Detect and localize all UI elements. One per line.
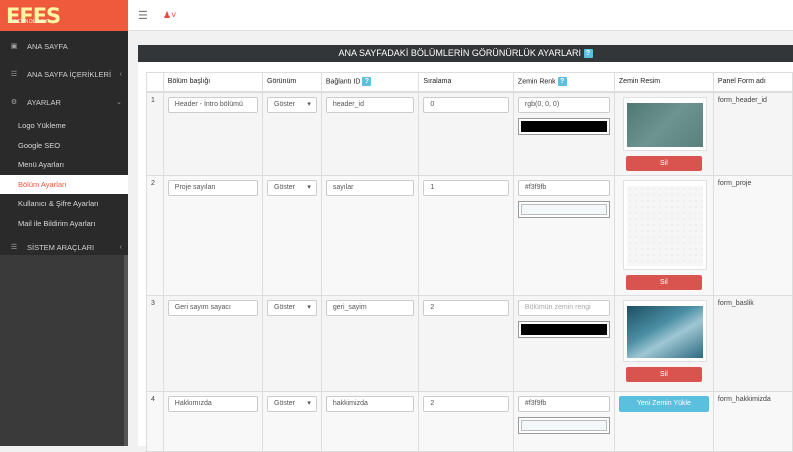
- upload-background-button[interactable]: Yeni Zemin Yükle: [618, 395, 709, 412]
- sidebar-item-label: SİSTEM ARAÇLARI: [27, 242, 95, 252]
- sidebar-subitem-logo[interactable]: Logo Yükleme: [0, 116, 128, 136]
- bg-image: [626, 185, 703, 266]
- bg-image-thumbnail: [622, 179, 707, 270]
- col-visibility: Görünüm: [262, 72, 322, 93]
- hamburger-icon[interactable]: ☰: [138, 9, 148, 22]
- delete-button[interactable]: Sil: [625, 155, 702, 171]
- col-link: Bağlantı ID ?: [320, 72, 420, 93]
- chevron-left-icon: ‹: [119, 243, 122, 251]
- col-title: Bölüm başlığı: [162, 72, 264, 93]
- sidebar-subitem-menu[interactable]: Menü Ayarları: [0, 155, 128, 175]
- link-id-input[interactable]: hakkimizda: [325, 395, 415, 412]
- visibility-select[interactable]: Göster: [267, 179, 317, 196]
- bg-color-input[interactable]: #f3f9fb: [517, 395, 610, 412]
- table-row: 2 Proje sayıları Göster sayılar 1 #f3f9f…: [146, 174, 793, 296]
- order-input[interactable]: 2: [423, 395, 509, 412]
- link-id-input[interactable]: geri_sayim: [325, 299, 415, 316]
- chevron-down-icon: ⌄: [116, 99, 122, 106]
- table-row: 3 Geri sayım sayacı Göster geri_sayim 2 …: [146, 294, 793, 392]
- visibility-select[interactable]: Göster: [267, 96, 317, 113]
- color-swatch[interactable]: [517, 416, 610, 434]
- panel-form-name: form_hakkimizda: [712, 390, 793, 452]
- col-bg-color: Zemin Renk ?: [512, 72, 615, 93]
- table-row: 4 Hakkımızda Göster hakkimizda 2 #f3f9fb…: [146, 390, 793, 452]
- help-icon[interactable]: ?: [557, 77, 567, 87]
- col-order: Sıralama: [418, 72, 514, 93]
- panel-title: ANA SAYFADAKİ BÖLÜMLERİN GÖRÜNÜRLÜK AYAR…: [138, 45, 793, 62]
- sections-panel: ANA SAYFADAKİ BÖLÜMLERİN GÖRÜNÜRLÜK AYAR…: [138, 45, 793, 452]
- sidebar-empty-area: [0, 255, 128, 446]
- bg-color-input[interactable]: Bölümün zemin rengi: [517, 299, 610, 316]
- col-num: [146, 72, 164, 93]
- bg-image-thumbnail: [622, 96, 707, 151]
- visibility-select[interactable]: Göster: [267, 395, 317, 412]
- sidebar: EFES TECHNOLOGY ▣ ANA SAYFA ☲ ANA SAYFA …: [0, 0, 128, 446]
- order-input[interactable]: 2: [423, 299, 509, 316]
- order-input[interactable]: 1: [423, 179, 509, 196]
- order-input[interactable]: 0: [423, 96, 509, 113]
- sidebar-item-ana-sayfa[interactable]: ▣ ANA SAYFA: [0, 32, 128, 60]
- sidebar-subitem-mail[interactable]: Mail ile Bildirim Ayarları: [0, 213, 128, 233]
- bg-color-input[interactable]: #f3f9fb: [517, 179, 610, 196]
- user-menu-icon[interactable]: ♟˅: [163, 10, 176, 21]
- title-input[interactable]: Header - İntro bölümü: [167, 96, 258, 113]
- sidebar-item-ayarlar[interactable]: ⚙ AYARLAR ⌄: [0, 88, 128, 116]
- title-input[interactable]: Geri sayım sayacı: [167, 299, 258, 316]
- delete-button[interactable]: Sil: [625, 366, 702, 382]
- gear-icon: ⚙: [10, 99, 18, 106]
- topbar: ☰ ♟˅: [128, 0, 793, 31]
- sitemap-icon: ☲: [10, 71, 18, 78]
- sidebar-item-label: ANA SAYFA: [27, 41, 68, 51]
- logo-subtext: TECHNOLOGY: [10, 19, 49, 25]
- link-id-input[interactable]: sayılar: [325, 179, 415, 196]
- sidebar-scrollbar[interactable]: [124, 255, 128, 446]
- row-number: 3: [146, 294, 164, 392]
- link-id-input[interactable]: header_id: [325, 96, 415, 113]
- bg-image: [626, 102, 703, 147]
- panel-form-name: form_proje: [712, 174, 793, 296]
- help-icon[interactable]: ?: [583, 49, 593, 59]
- table-row: 1 Header - İntro bölümü Göster header_id…: [146, 91, 793, 176]
- sidebar-subitem-kullanici[interactable]: Kullanıcı & Şifre Ayarları: [0, 194, 128, 214]
- sidebar-item-label: ANA SAYFA İÇERİKLERİ: [27, 69, 112, 79]
- bg-image-thumbnail: [622, 299, 707, 362]
- visibility-select[interactable]: Göster: [267, 299, 317, 316]
- panel-title-text: ANA SAYFADAKİ BÖLÜMLERİN GÖRÜNÜRLÜK AYAR…: [338, 48, 582, 58]
- color-swatch[interactable]: [517, 117, 610, 135]
- col-bg-image: Zemin Resim: [613, 72, 714, 93]
- color-swatch[interactable]: [517, 200, 610, 218]
- logo[interactable]: EFES TECHNOLOGY: [0, 0, 128, 31]
- row-number: 4: [146, 390, 164, 452]
- panel-form-name: form_baslik: [712, 294, 793, 392]
- row-number: 2: [146, 174, 164, 296]
- col-bg-color-label: Zemin Renk: [517, 78, 556, 86]
- color-swatch[interactable]: [517, 320, 610, 338]
- delete-button[interactable]: Sil: [625, 274, 702, 290]
- list-icon: ☰: [10, 244, 18, 251]
- sections-table: Bölüm başlığı Görünüm Bağlantı ID ? Sıra…: [146, 72, 793, 452]
- help-icon[interactable]: ?: [362, 77, 372, 87]
- title-input[interactable]: Hakkımızda: [167, 395, 258, 412]
- panel-form-name: form_header_id: [712, 91, 793, 176]
- row-number: 1: [146, 91, 164, 176]
- title-input[interactable]: Proje sayıları: [167, 179, 258, 196]
- chevron-left-icon: ‹: [119, 70, 122, 78]
- sidebar-item-label: AYARLAR: [27, 97, 61, 107]
- sidebar-item-ana-sayfa-icerikleri[interactable]: ☲ ANA SAYFA İÇERİKLERİ ‹: [0, 60, 128, 88]
- dashboard-icon: ▣: [10, 43, 18, 50]
- sidebar-subitem-seo[interactable]: Google SEO: [0, 135, 128, 155]
- col-link-label: Bağlantı ID: [325, 78, 361, 86]
- col-panel: Panel Form adı: [712, 72, 793, 93]
- bg-image: [626, 305, 703, 358]
- bg-color-input[interactable]: rgb(0, 0, 0): [517, 96, 610, 113]
- sidebar-subitem-bolum[interactable]: Bölüm Ayarları: [0, 174, 128, 194]
